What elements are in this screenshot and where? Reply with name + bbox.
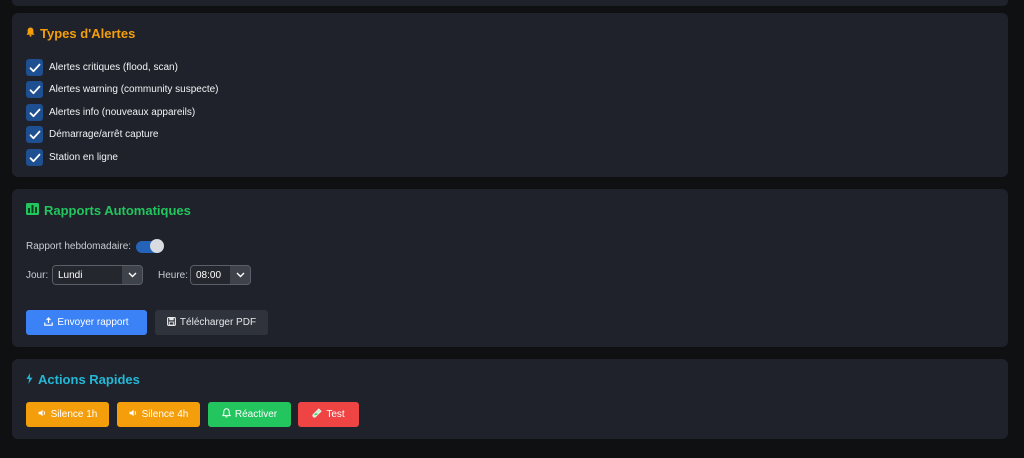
bell-icon (26, 27, 35, 40)
alert-station-row[interactable]: Station en ligne (26, 149, 118, 166)
alert-warning-checkbox[interactable] (26, 81, 43, 98)
alert-critical-checkbox[interactable] (26, 59, 43, 76)
alert-station-label: Station en ligne (49, 152, 118, 163)
auto-reports-title: Rapports Automatiques (26, 203, 191, 218)
send-report-label: Envoyer rapport (57, 317, 129, 328)
quick-actions-title: Actions Rapides (26, 372, 140, 387)
quick-actions-card: Actions Rapides Silence 1h Silence 4h Ré… (12, 359, 1008, 439)
auto-reports-card: Rapports Automatiques Rapport hebdomadai… (12, 189, 1008, 347)
silence-4h-label: Silence 4h (141, 409, 189, 420)
silence-1h-label: Silence 1h (50, 409, 98, 420)
reactivate-label: Réactiver (234, 409, 278, 420)
download-pdf-button[interactable]: Télécharger PDF (155, 310, 268, 335)
check-icon (29, 130, 40, 139)
chevron-down-icon (230, 266, 250, 284)
alert-warning-label: Alertes warning (community suspecte) (49, 84, 219, 95)
test-tube-icon (312, 408, 322, 421)
toggle-knob (150, 239, 164, 253)
alert-info-row[interactable]: Alertes info (nouveaux appareils) (26, 104, 195, 121)
auto-reports-title-text: Rapports Automatiques (44, 203, 191, 218)
test-label: Test (326, 409, 345, 420)
day-label: Jour: (26, 270, 49, 281)
silence-1h-button[interactable]: Silence 1h (26, 402, 109, 427)
weekly-report-label: Rapport hebdomadaire: (26, 241, 132, 252)
silence-4h-button[interactable]: Silence 4h (117, 402, 200, 427)
send-report-button[interactable]: Envoyer rapport (26, 310, 147, 335)
weekly-report-toggle[interactable] (136, 239, 164, 253)
chevron-down-icon (122, 266, 142, 284)
alert-types-title-text: Types d'Alertes (40, 26, 136, 41)
speaker-icon (38, 409, 47, 420)
alert-station-checkbox[interactable] (26, 149, 43, 166)
day-select[interactable]: Lundi (52, 265, 143, 285)
reactivate-button[interactable]: Réactiver (208, 402, 291, 427)
alert-capture-label: Démarrage/arrêt capture (49, 129, 159, 140)
save-icon (166, 316, 176, 329)
speaker-icon (129, 409, 138, 420)
download-pdf-label: Télécharger PDF (179, 317, 257, 328)
check-icon (29, 153, 40, 162)
alert-info-label: Alertes info (nouveaux appareils) (49, 107, 196, 118)
bar-chart-icon (26, 203, 39, 218)
bell-icon (221, 408, 231, 421)
alert-critical-row[interactable]: Alertes critiques (flood, scan) (26, 59, 178, 76)
alert-critical-label: Alertes critiques (flood, scan) (49, 62, 178, 73)
alert-types-title: Types d'Alertes (26, 26, 135, 41)
check-icon (29, 63, 40, 72)
alert-types-card: Types d'Alertes Alertes critiques (flood… (12, 13, 1008, 177)
day-select-value: Lundi (53, 266, 122, 284)
alert-capture-checkbox[interactable] (26, 126, 43, 143)
quick-actions-title-text: Actions Rapides (38, 372, 140, 387)
previous-card-bottom (12, 0, 1008, 6)
hour-label: Heure: (158, 270, 189, 281)
check-icon (29, 85, 40, 94)
hour-select[interactable]: 08:00 (190, 265, 251, 285)
check-icon (29, 108, 40, 117)
alert-warning-row[interactable]: Alertes warning (community suspecte) (26, 81, 219, 98)
upload-icon (44, 316, 54, 329)
hour-select-value: 08:00 (191, 266, 230, 284)
alert-capture-row[interactable]: Démarrage/arrêt capture (26, 126, 159, 143)
test-button[interactable]: Test (298, 402, 359, 427)
lightning-icon (26, 372, 33, 387)
alert-info-checkbox[interactable] (26, 104, 43, 121)
